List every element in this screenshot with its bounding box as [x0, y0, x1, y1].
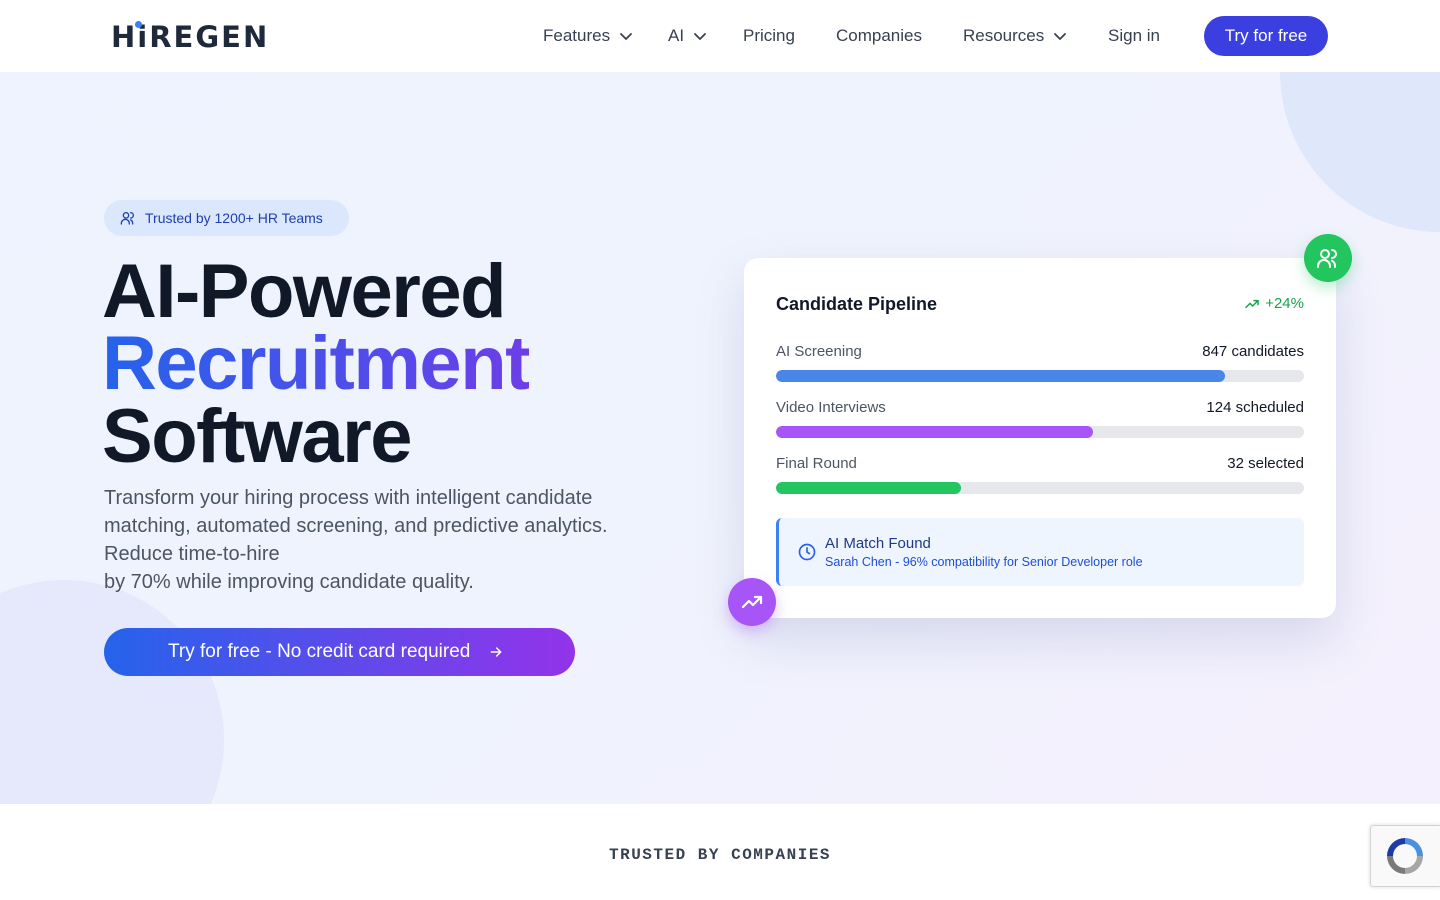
- progress-fill: [776, 370, 1225, 382]
- nav-item-label: Features: [543, 26, 611, 45]
- stage-value: 847 candidates: [1202, 343, 1304, 360]
- nav-item-label: Pricing: [743, 26, 795, 45]
- ai-match-title: AI Match Found: [825, 535, 931, 552]
- logo-dot: [135, 21, 142, 28]
- top-navbar: HiREGEN Features AI Pricing Companies Re…: [0, 0, 1440, 72]
- nav-item-label: Companies: [836, 26, 922, 45]
- growth-value: +24%: [1265, 295, 1304, 312]
- hero-section: Trusted by 1200+ HR Teams AI-Powered Rec…: [0, 72, 1440, 804]
- sign-in-link[interactable]: Sign in: [1108, 25, 1160, 47]
- trust-badge: Trusted by 1200+ HR Teams: [104, 200, 349, 236]
- hero-cta-button[interactable]: Try for free - No credit card required: [104, 628, 575, 676]
- stage-value: 124 scheduled: [1206, 399, 1304, 416]
- stage-label: AI Screening: [776, 343, 862, 360]
- progress-track: [776, 370, 1304, 382]
- growth-indicator: +24%: [1244, 295, 1304, 312]
- hero-title-line-1: AI-Powered: [102, 249, 507, 334]
- progress-track: [776, 482, 1304, 494]
- stage-label: Video Interviews: [776, 399, 886, 416]
- chevron-down-icon: [694, 33, 706, 40]
- chevron-down-icon: [1054, 33, 1067, 40]
- ai-match-detail: Sarah Chen - 96% compatibility for Senio…: [825, 555, 1143, 569]
- hero-description-line: Reduce time-to-hire: [104, 543, 280, 565]
- trusted-title: TRUSTED BY COMPANIES: [608, 846, 832, 864]
- pipeline-title: Candidate Pipeline: [776, 294, 938, 314]
- decorative-circle: [0, 580, 224, 804]
- recaptcha-badge[interactable]: [1370, 825, 1440, 887]
- trusted-by-section: TRUSTED BY COMPANIES: [0, 804, 1440, 900]
- nav-item-resources[interactable]: Resources: [963, 25, 1067, 47]
- arrow-right-icon: [490, 647, 502, 657]
- users-icon: [1317, 249, 1337, 268]
- hero-description-line: matching, automated screening, and predi…: [104, 515, 608, 537]
- trending-badge: [728, 578, 776, 626]
- users-icon: [120, 212, 134, 225]
- stage-label: Final Round: [776, 455, 857, 472]
- stage-value: 32 selected: [1227, 455, 1304, 472]
- nav-item-companies[interactable]: Companies: [836, 25, 922, 47]
- hero-description-line: Transform your hiring process with intel…: [104, 487, 593, 509]
- clock-icon: [798, 543, 816, 561]
- trending-up-icon: [741, 595, 763, 609]
- nav-item-features[interactable]: Features: [543, 25, 633, 47]
- progress-fill: [776, 482, 961, 494]
- users-badge: [1304, 234, 1352, 282]
- chevron-down-icon: [620, 33, 632, 40]
- hero-title-line-3: Software: [102, 394, 412, 479]
- nav-item-label: AI: [668, 26, 685, 45]
- hero-description: Transform your hiring process with intel…: [104, 484, 664, 596]
- nav-item-label: Sign in: [1108, 26, 1160, 45]
- ai-match-alert: AI Match Found Sarah Chen - 96% compatib…: [776, 518, 1304, 586]
- progress-track: [776, 426, 1304, 438]
- hero-description-line: by 70% while improving candidate quality…: [104, 571, 474, 593]
- nav-item-ai[interactable]: AI: [668, 25, 707, 47]
- candidate-pipeline-card: Candidate Pipeline +24% AI Screening 847…: [744, 258, 1336, 618]
- nav-item-pricing[interactable]: Pricing: [743, 25, 795, 47]
- hero-cta-label: Try for free - No credit card required: [168, 641, 471, 662]
- progress-fill: [776, 426, 1093, 438]
- decorative-circle: [1280, 72, 1440, 232]
- hero-title-line-2: Recruitment: [102, 321, 530, 406]
- logo[interactable]: HiREGEN: [111, 20, 269, 54]
- trust-badge-label: Trusted by 1200+ HR Teams: [145, 210, 323, 226]
- recaptcha-icon: [1387, 838, 1423, 874]
- try-for-free-button[interactable]: Try for free: [1204, 16, 1328, 56]
- trending-up-icon: [1245, 299, 1259, 308]
- nav-item-label: Resources: [963, 26, 1045, 45]
